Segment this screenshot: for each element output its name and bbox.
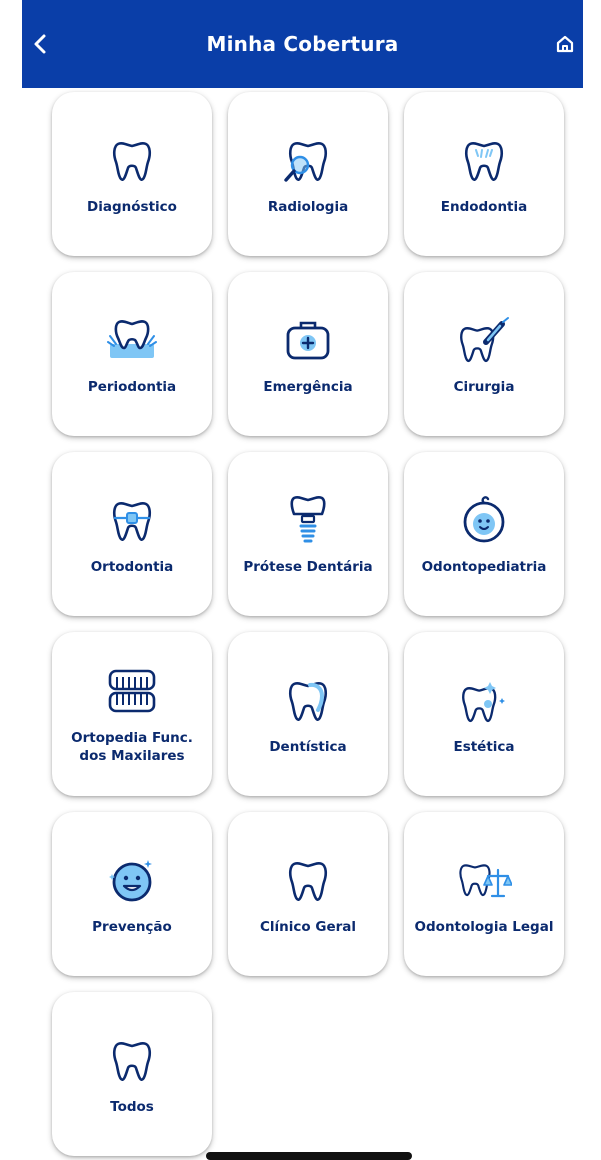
category-card-todos[interactable]: Todos	[52, 992, 212, 1156]
category-card-cirurgia[interactable]: Cirurgia	[404, 272, 564, 436]
category-card-dentistica[interactable]: Dentística	[228, 632, 388, 796]
tooth-magnifier-icon	[280, 132, 336, 188]
top-app-bar: Minha Cobertura	[22, 0, 583, 88]
category-card-endodontia[interactable]: Endodontia	[404, 92, 564, 256]
category-card-ortopedia-func-dos-maxilares[interactable]: Ortopedia Func. dos Maxilares	[52, 632, 212, 796]
category-label: Todos	[110, 1098, 154, 1115]
category-card-diagnostico[interactable]: Diagnóstico	[52, 92, 212, 256]
category-label: Periodontia	[87, 378, 177, 395]
home-button[interactable]	[549, 28, 581, 60]
category-label: Odontologia Legal	[414, 918, 554, 935]
tooth-braces-icon	[104, 492, 160, 548]
smile-face-icon	[104, 852, 160, 908]
page-title: Minha Cobertura	[206, 32, 399, 56]
category-card-prevencao[interactable]: Prevenção	[52, 812, 212, 976]
category-label: Dentística	[269, 738, 347, 755]
category-label: Endodontia	[440, 198, 528, 215]
category-label: Clínico Geral	[259, 918, 356, 935]
tooth-icon	[104, 132, 160, 188]
category-card-odontopediatria[interactable]: Odontopediatria	[404, 452, 564, 616]
category-label: Radiologia	[267, 198, 349, 215]
tooth-sparkle-icon	[456, 672, 512, 728]
category-card-periodontia[interactable]: Periodontia	[52, 272, 212, 436]
category-label: Cirurgia	[453, 378, 515, 395]
chevron-left-icon	[34, 34, 46, 54]
tooth-outline-icon	[280, 852, 336, 908]
coverage-category-grid: Diagnóstico Radiologia Endodontia Periodont…	[52, 92, 566, 1156]
category-card-clinico-geral[interactable]: Clínico Geral	[228, 812, 388, 976]
app-screen: Minha Cobertura Diagnóstico Radiologia End…	[0, 0, 601, 1160]
tooth-gum-icon	[104, 312, 160, 368]
tooth-implant-icon	[280, 492, 336, 548]
category-card-emergencia[interactable]: Emergência	[228, 272, 388, 436]
category-card-ortodontia[interactable]: Ortodontia	[52, 452, 212, 616]
category-label: Estética	[453, 738, 515, 755]
category-label: Odontopediatria	[421, 558, 547, 575]
tooth-restoration-icon	[280, 672, 336, 728]
tooth-scale-icon	[456, 852, 512, 908]
home-indicator-bar	[206, 1152, 412, 1160]
category-label: Ortodontia	[90, 558, 174, 575]
category-label: Prótese Dentária	[243, 558, 373, 575]
baby-face-icon	[456, 492, 512, 548]
category-card-radiologia[interactable]: Radiologia	[228, 92, 388, 256]
home-icon	[556, 35, 574, 53]
tooth-roots-icon	[456, 132, 512, 188]
tooth-all-icon	[104, 1032, 160, 1088]
category-card-odontologia-legal[interactable]: Odontologia Legal	[404, 812, 564, 976]
back-button[interactable]	[22, 26, 58, 62]
category-card-estetica[interactable]: Estética	[404, 632, 564, 796]
category-label: Emergência	[263, 378, 353, 395]
category-card-protese-dentaria[interactable]: Prótese Dentária	[228, 452, 388, 616]
category-label: Ortopedia Func. dos Maxilares	[71, 729, 193, 764]
category-label: Diagnóstico	[87, 198, 177, 215]
tooth-scalpel-icon	[456, 312, 512, 368]
category-label: Prevenção	[92, 918, 172, 935]
dentures-icon	[104, 663, 160, 719]
medical-kit-icon	[280, 312, 336, 368]
